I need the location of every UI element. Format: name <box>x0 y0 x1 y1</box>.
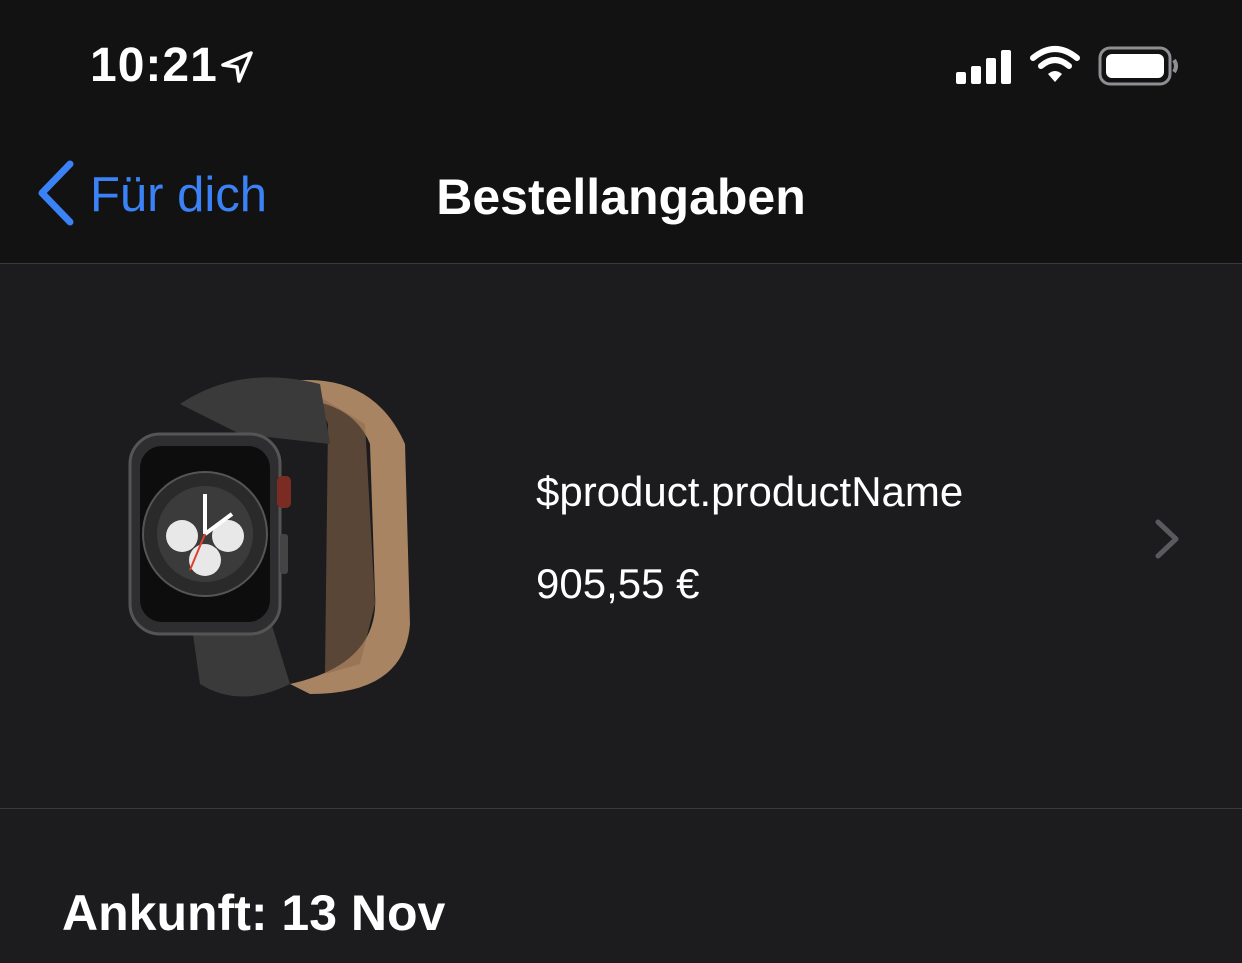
navigation-bar: Für dich Bestellangaben <box>0 130 1242 264</box>
location-arrow-icon <box>220 50 254 89</box>
status-bar: 10:21 <box>0 0 1242 130</box>
chevron-right-icon <box>1152 518 1182 565</box>
product-price: 905,55 € <box>536 560 700 607</box>
cellular-signal-icon <box>956 48 1014 89</box>
wifi-icon <box>1030 44 1080 89</box>
product-row[interactable]: $product.productName 905,55 € <box>0 264 1242 809</box>
product-image <box>120 364 420 709</box>
product-name: $product.productName <box>536 468 964 515</box>
battery-icon <box>1098 46 1180 91</box>
status-time: 10:21 <box>90 39 218 92</box>
arrival-heading: Ankunft: 13 Nov <box>62 885 446 941</box>
page-title: Bestellangaben <box>436 169 806 225</box>
